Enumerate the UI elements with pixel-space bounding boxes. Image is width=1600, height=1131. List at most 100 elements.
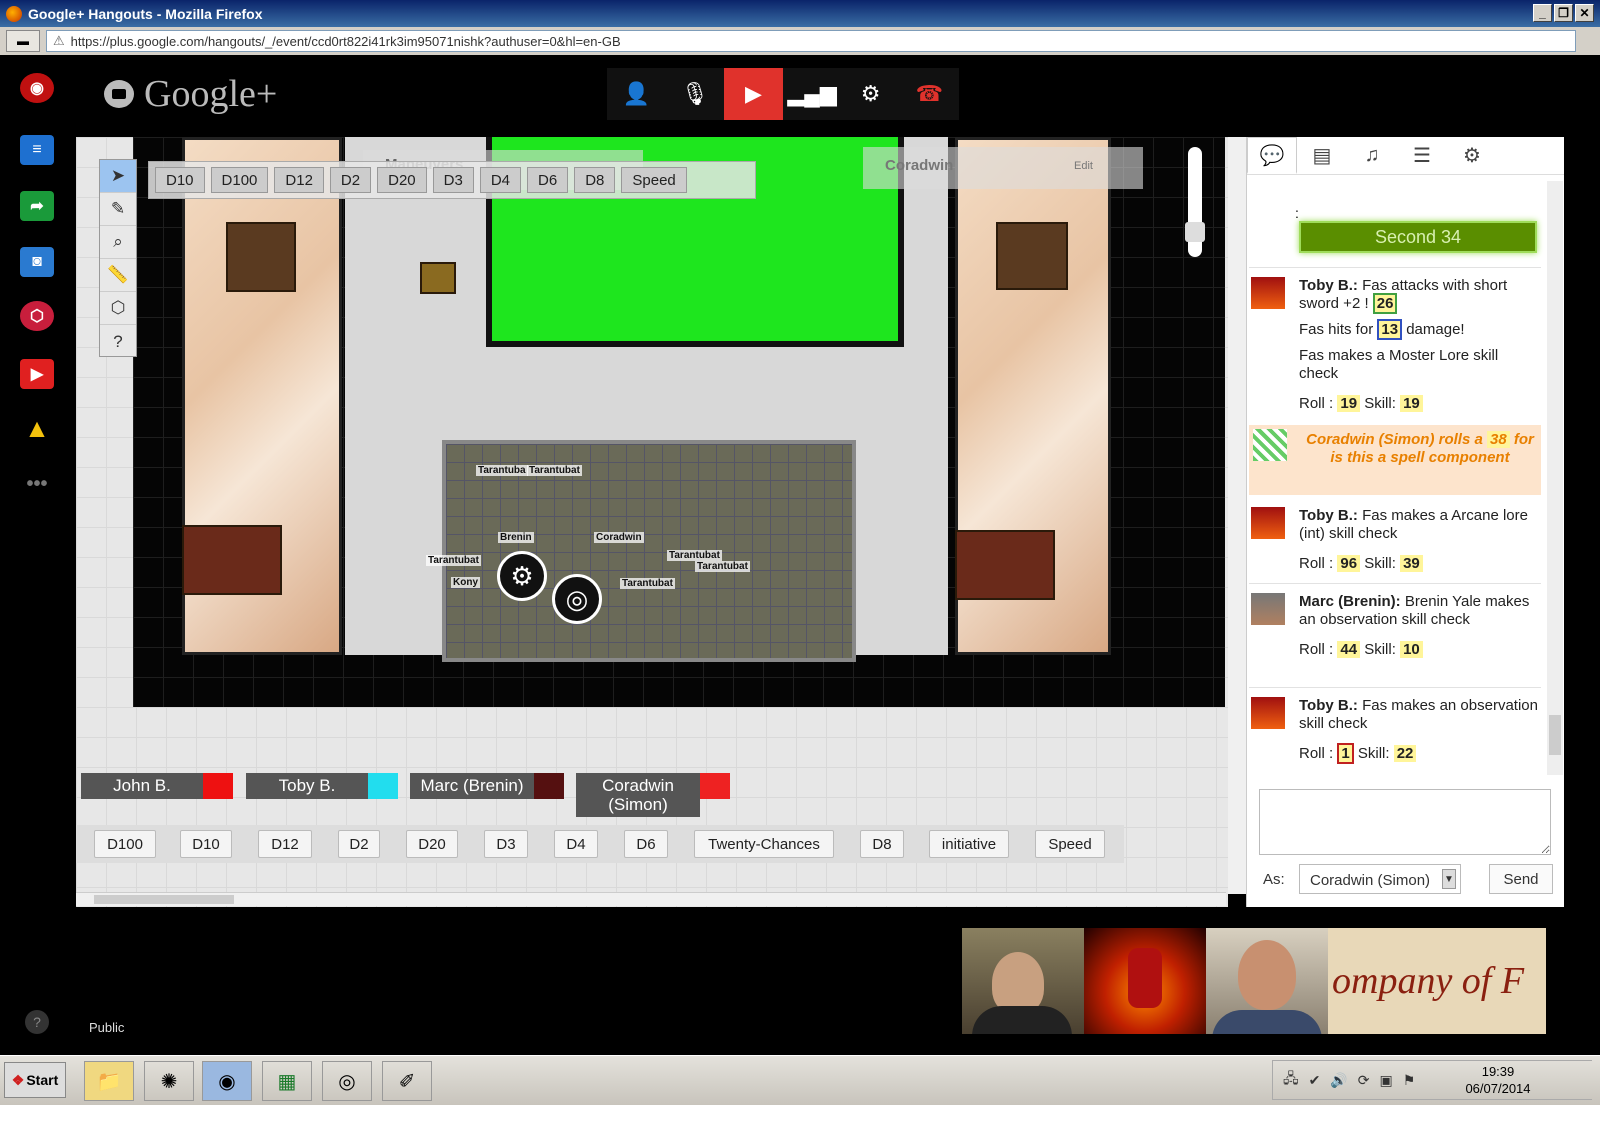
map-token[interactable]: Tarantuba (476, 465, 528, 476)
invite-people-icon[interactable]: 👤 (607, 68, 666, 120)
dice-button[interactable]: D6 (624, 830, 668, 858)
map-token[interactable]: Tarantubat (620, 578, 675, 589)
select-pointer-icon[interactable]: ➤ (100, 160, 136, 193)
dice-button[interactable]: D2 (329, 167, 372, 193)
update-icon[interactable]: ⟳ (1358, 1072, 1370, 1089)
file-explorer-icon[interactable]: 📁 (84, 1061, 134, 1101)
dice-button[interactable]: D8 (574, 167, 616, 193)
tabs-button[interactable]: ▬ (6, 30, 40, 52)
roll20-icon[interactable]: ⬡ (20, 301, 54, 331)
dice-button[interactable]: D4 (554, 830, 598, 858)
volume-icon[interactable]: 🔊 (1330, 1072, 1347, 1089)
help-icon[interactable]: ? (100, 325, 136, 358)
ruler-icon[interactable]: 📏 (100, 259, 136, 292)
scroll-thumb[interactable] (1549, 715, 1561, 755)
mute-mic-icon[interactable]: 🎙 (666, 68, 725, 120)
map-token[interactable]: Tarantubat (527, 465, 582, 476)
list-tab-icon[interactable]: ☰ (1397, 137, 1447, 174)
gimp-icon[interactable]: ✐ (382, 1061, 432, 1101)
close-button[interactable]: ✕ (1575, 4, 1594, 22)
settings-gear-icon[interactable]: ⚙ (841, 68, 900, 120)
token-target-icon[interactable]: ◎ (552, 574, 602, 624)
display-icon[interactable]: ▣ (1380, 1072, 1393, 1089)
zoom-slider[interactable] (1185, 147, 1205, 257)
divider (1249, 583, 1541, 584)
youtube-icon[interactable]: ▶ (20, 359, 54, 389)
brush-icon[interactable]: ✎ (100, 193, 136, 226)
dice-button[interactable]: D3 (432, 167, 474, 193)
chat-log[interactable]: : Second 34 Toby B.: Fas attacks with sh… (1247, 189, 1547, 775)
url-field[interactable]: ⚠ https://plus.google.com/hangouts/_/eve… (46, 30, 1576, 52)
minimize-button[interactable]: _ (1533, 4, 1552, 22)
roll-label: Roll : (1299, 641, 1334, 658)
map-token[interactable]: Tarantubat (695, 561, 750, 572)
edit-link[interactable]: Edit (1074, 160, 1093, 172)
firefox-taskbar-icon[interactable]: ◉ (202, 1061, 252, 1101)
message-text: Fas makes a Moster Lore skill check (1299, 347, 1499, 382)
dice-icon[interactable]: ⬡ (100, 292, 136, 325)
chat-app-icon[interactable]: ≡ (20, 135, 54, 165)
maximize-button[interactable]: ❐ (1554, 4, 1573, 22)
zoom-magnifier-icon[interactable]: ⌕ (100, 226, 136, 259)
webcam-icon[interactable]: ◎ (322, 1061, 372, 1101)
more-apps-icon[interactable]: ••• (20, 469, 54, 499)
dice-button[interactable]: Twenty-Chances (694, 830, 834, 858)
dice-button[interactable]: D4 (479, 167, 522, 193)
bandwidth-icon[interactable]: ▂▄▆ (783, 68, 842, 120)
dice-button[interactable]: D8 (860, 830, 904, 858)
map-token[interactable]: Kony (451, 577, 480, 588)
chat-input[interactable] (1259, 789, 1551, 855)
hangout-logo-icon[interactable]: ◉ (20, 73, 54, 103)
chat-tab-icon[interactable]: 💬 (1247, 137, 1297, 174)
system-clock[interactable]: 19:39 06/07/2014 (1458, 1063, 1538, 1097)
dice-button[interactable]: D6 (527, 167, 569, 193)
send-button[interactable]: Send (1489, 864, 1553, 894)
flag-icon[interactable]: ⚑ (1403, 1072, 1416, 1089)
participant-avatar[interactable] (1084, 928, 1206, 1034)
vlc-icon[interactable]: ✺ (144, 1061, 194, 1101)
map-token[interactable]: Tarantubat (426, 555, 481, 566)
participant-banner[interactable]: ompany of F (1328, 928, 1546, 1034)
speak-as-row: As: Coradwin (Simon) ▼ Send (1247, 864, 1565, 894)
dice-button[interactable]: D10 (155, 167, 205, 193)
horizontal-scrollbar[interactable] (76, 892, 1226, 906)
start-button[interactable]: ❖ Start (4, 1062, 66, 1098)
turn-off-camera-icon[interactable]: ▶ (724, 68, 783, 120)
token-settings-gear-icon[interactable]: ⚙ (497, 551, 547, 601)
dice-button[interactable]: D100 (210, 167, 269, 193)
participant-videos: ompany of F (962, 928, 1546, 1034)
excel-icon[interactable]: ▦ (262, 1061, 312, 1101)
map-token[interactable]: Coradwin (594, 532, 644, 543)
participant-video[interactable] (962, 928, 1084, 1034)
player-color-swatch (534, 773, 564, 799)
character-card[interactable]: Coradwin Edit (863, 147, 1143, 189)
dice-button[interactable]: D100 (94, 830, 156, 858)
dice-button[interactable]: D12 (274, 167, 324, 193)
map-token[interactable]: Tarantubat (667, 550, 722, 561)
dice-button[interactable]: D10 (180, 830, 232, 858)
dice-button[interactable]: D2 (338, 830, 380, 858)
speed-button[interactable]: Speed (621, 167, 687, 193)
jukebox-tab-icon[interactable]: ♫ (1347, 137, 1397, 174)
vertical-scrollbar[interactable] (1228, 137, 1246, 894)
chat-scrollbar[interactable] (1547, 181, 1563, 775)
screenshare-icon[interactable]: ➦ (20, 191, 54, 221)
settings-tab-icon[interactable]: ⚙ (1447, 137, 1497, 174)
dice-button[interactable]: D3 (484, 830, 528, 858)
journal-tab-icon[interactable]: ▤ (1297, 137, 1347, 174)
network-icon[interactable]: 🖧 (1283, 1068, 1299, 1092)
dice-button[interactable]: D12 (258, 830, 312, 858)
camera-icon[interactable]: ◙ (20, 247, 54, 277)
speed-button[interactable]: Speed (1035, 830, 1105, 858)
security-icon[interactable]: ✔ (1309, 1072, 1321, 1089)
scroll-thumb[interactable] (94, 895, 234, 904)
initiative-button[interactable]: initiative (929, 830, 1009, 858)
drive-icon[interactable]: ▲ (20, 413, 54, 443)
dice-button[interactable]: D20 (377, 167, 427, 193)
speak-as-select[interactable]: Coradwin (Simon) ▼ (1299, 864, 1461, 894)
help-icon[interactable]: ? (25, 1010, 49, 1034)
hang-up-icon[interactable]: ☎ (900, 68, 959, 120)
map-token[interactable]: Brenin (498, 532, 534, 543)
participant-video[interactable] (1206, 928, 1328, 1034)
dice-button[interactable]: D20 (406, 830, 458, 858)
